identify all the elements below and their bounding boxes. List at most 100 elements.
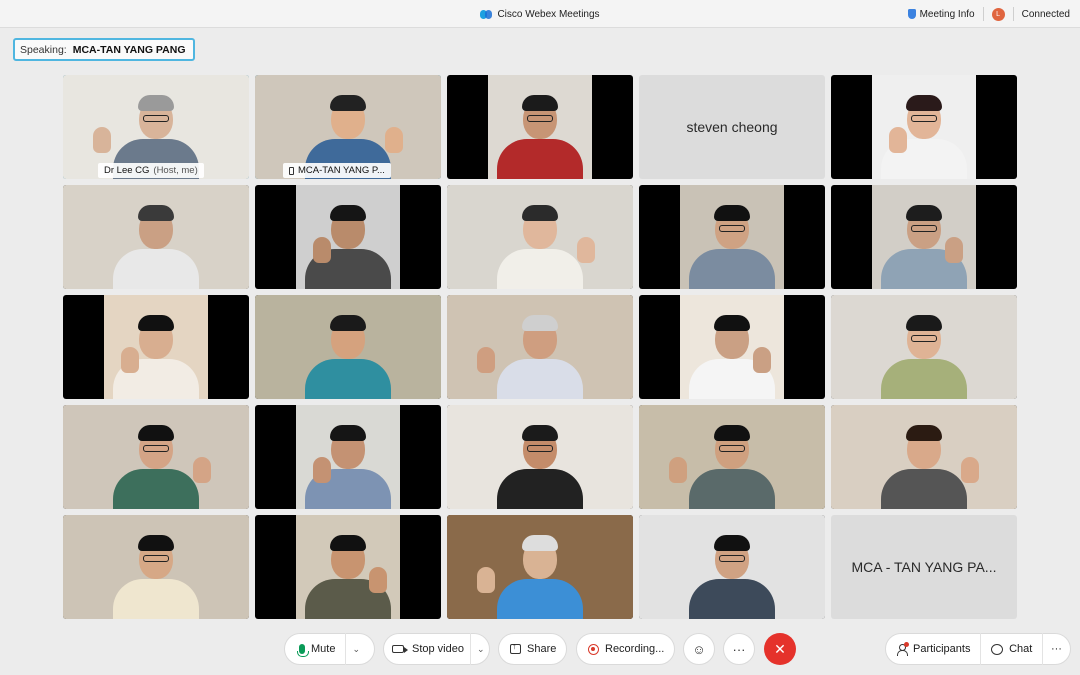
- connection-status: Connected: [1021, 8, 1070, 20]
- video-feed: [63, 185, 249, 289]
- video-feed: [63, 405, 249, 509]
- participant-body: [689, 249, 775, 289]
- avatar[interactable]: L: [991, 7, 1005, 21]
- meeting-info-button[interactable]: Meeting Info: [907, 9, 975, 20]
- stop-video-button[interactable]: Stop video ⌄: [383, 633, 490, 665]
- waving-hand: [888, 127, 907, 153]
- meeting-toolbar: Mute ⌄ Stop video ⌄ Share Recording... ☺…: [0, 628, 1080, 675]
- video-tile[interactable]: [63, 185, 249, 289]
- participant-name-label: Dr Lee CG (Host, me): [98, 163, 204, 178]
- video-feed: [447, 515, 633, 619]
- participant-hair: [714, 425, 750, 441]
- chat-label: Chat: [1009, 643, 1033, 655]
- video-tile[interactable]: [831, 295, 1017, 399]
- video-tile[interactable]: [639, 515, 825, 619]
- panel-more-button[interactable]: ···: [1043, 633, 1070, 665]
- video-tile[interactable]: [255, 515, 441, 619]
- share-button[interactable]: Share: [498, 633, 567, 665]
- waving-hand: [476, 567, 495, 593]
- video-tile[interactable]: [63, 405, 249, 509]
- video-tile[interactable]: [639, 295, 825, 399]
- waving-hand: [368, 567, 387, 593]
- glasses: [143, 445, 169, 452]
- video-feed: [680, 295, 784, 399]
- phone-icon: [289, 166, 294, 175]
- end-call-button[interactable]: ✕: [764, 633, 796, 665]
- video-feed: [831, 295, 1017, 399]
- video-tile[interactable]: [255, 295, 441, 399]
- video-tile[interactable]: [639, 185, 825, 289]
- chat-button[interactable]: Chat: [981, 633, 1042, 665]
- video-tile[interactable]: [831, 405, 1017, 509]
- recording-label: Recording...: [605, 643, 665, 655]
- participant-body: [881, 359, 967, 399]
- participant-body: [113, 579, 199, 619]
- participant-body: [113, 469, 199, 509]
- video-feed: [639, 405, 825, 509]
- video-tile[interactable]: [447, 295, 633, 399]
- waving-hand: [312, 237, 331, 263]
- participant-hair: [330, 95, 366, 111]
- shield-icon: [907, 9, 916, 19]
- participant-hair: [714, 205, 750, 221]
- video-feed: [488, 75, 592, 179]
- video-tile[interactable]: [639, 405, 825, 509]
- chevron-down-icon[interactable]: ⌄: [352, 644, 360, 655]
- participant-hair: [522, 95, 558, 111]
- mute-button[interactable]: Mute ⌄: [284, 633, 375, 665]
- more-icon: ···: [732, 641, 746, 657]
- share-icon: [510, 641, 521, 654]
- participant-hair: [138, 205, 174, 221]
- video-feed: [872, 75, 976, 179]
- glasses: [527, 445, 553, 452]
- waving-hand: [120, 347, 139, 373]
- window-title-text: Cisco Webex Meetings: [497, 8, 600, 20]
- video-tile[interactable]: [831, 75, 1017, 179]
- speaking-name: MCA-TAN YANG PANG: [72, 43, 186, 56]
- participant-hair: [906, 315, 942, 331]
- participant-body: [305, 359, 391, 399]
- participant-body: [497, 249, 583, 289]
- participant-hair: [522, 535, 558, 551]
- participant-body: [497, 139, 583, 179]
- video-tile[interactable]: [831, 185, 1017, 289]
- more-options-button[interactable]: ···: [723, 633, 755, 665]
- glasses: [719, 225, 745, 232]
- divider: [345, 633, 347, 665]
- microphone-icon: [297, 644, 309, 657]
- video-grid: Dr Lee CG (Host, me) MCA-TAN YANG P... stev…: [63, 75, 1017, 619]
- video-tile[interactable]: [255, 405, 441, 509]
- participants-label: Participants: [913, 643, 971, 655]
- video-feed: [296, 405, 400, 509]
- participant-hair: [906, 205, 942, 221]
- participant-hair: [330, 535, 366, 551]
- participant-hair: [138, 535, 174, 551]
- video-tile[interactable]: [447, 405, 633, 509]
- waving-hand: [193, 457, 212, 483]
- waving-hand: [312, 457, 331, 483]
- smiley-icon: ☺: [692, 641, 706, 657]
- video-tile[interactable]: [63, 515, 249, 619]
- video-camera-icon: [392, 645, 408, 653]
- video-tile[interactable]: [255, 185, 441, 289]
- participant-hair: [522, 315, 558, 331]
- video-tile[interactable]: steven cheong: [639, 75, 825, 179]
- reactions-button[interactable]: ☺: [683, 633, 715, 665]
- share-label: Share: [527, 643, 557, 655]
- recording-button[interactable]: Recording...: [576, 633, 675, 665]
- video-tile[interactable]: Dr Lee CG (Host, me): [63, 75, 249, 179]
- video-tile[interactable]: [447, 75, 633, 179]
- video-tile[interactable]: [447, 185, 633, 289]
- video-tile[interactable]: [447, 515, 633, 619]
- participant-hair: [330, 205, 366, 221]
- waving-hand: [385, 127, 404, 153]
- participants-button[interactable]: Participants: [886, 633, 980, 665]
- video-tile[interactable]: MCA-TAN YANG P...: [255, 75, 441, 179]
- participant-hair: [522, 425, 558, 441]
- participant-hair: [138, 425, 174, 441]
- participant-hair: [138, 315, 174, 331]
- video-tile[interactable]: [63, 295, 249, 399]
- chevron-down-icon[interactable]: ⌄: [477, 644, 485, 655]
- stop-video-label: Stop video: [412, 643, 464, 655]
- video-tile[interactable]: MCA - TAN YANG PA...: [831, 515, 1017, 619]
